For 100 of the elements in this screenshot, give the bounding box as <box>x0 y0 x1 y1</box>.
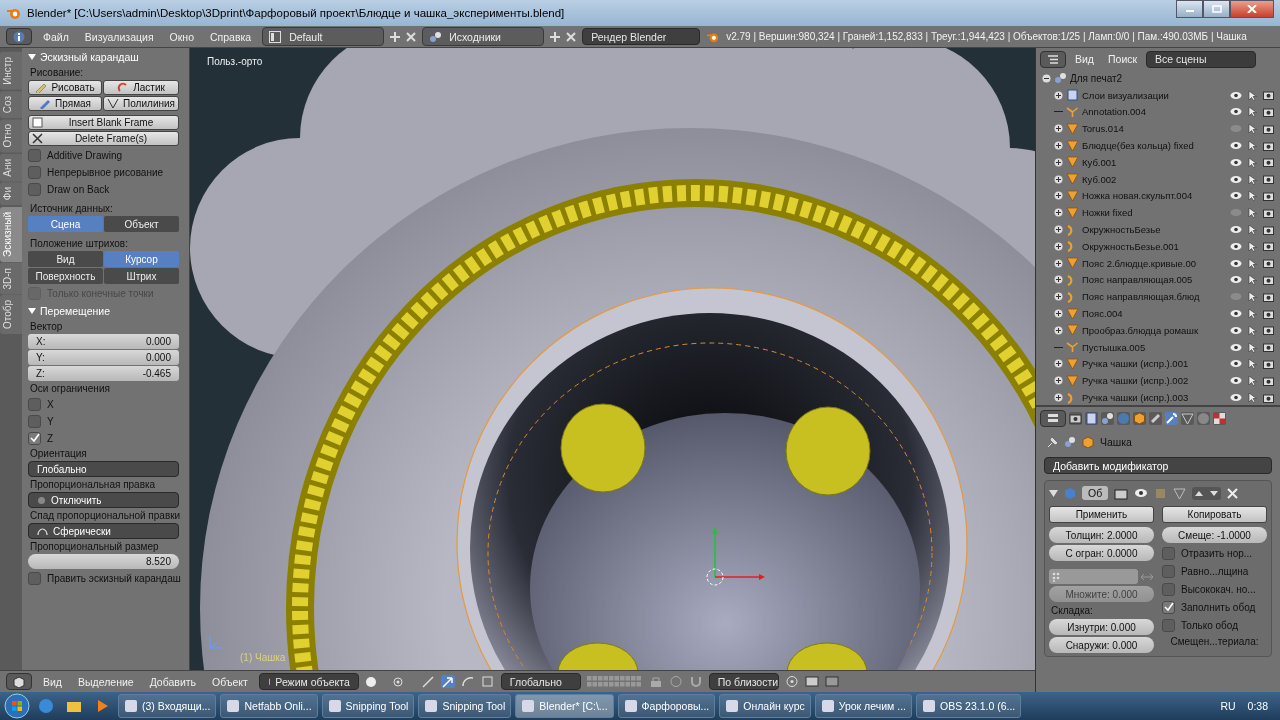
eye-icon[interactable] <box>1230 258 1242 268</box>
menu-item[interactable]: Справка <box>205 30 257 43</box>
cursor-arrow-icon[interactable] <box>1248 123 1257 135</box>
tree-item[interactable]: Блюдце(без кольца) fixed <box>1036 137 1280 154</box>
number-field[interactable]: Y: 0.000 <box>28 350 179 365</box>
eye-icon[interactable] <box>1230 141 1242 151</box>
taskbar-button[interactable]: OBS 23.1.0 (6... <box>915 694 1022 718</box>
rotate-icon[interactable] <box>460 675 475 688</box>
camera-icon[interactable] <box>1263 342 1274 353</box>
close-button[interactable] <box>1230 0 1274 18</box>
checkbox[interactable]: Z <box>28 430 179 446</box>
tool-tab[interactable]: Эскизный <box>0 206 22 262</box>
camera-icon[interactable] <box>1263 107 1274 117</box>
taskbar-button[interactable]: Фарфоровы... <box>617 694 716 718</box>
editor-type-button[interactable] <box>6 673 32 690</box>
toggle-option[interactable]: Сцена <box>28 216 103 232</box>
tree-item[interactable]: Ручка чашки (испр.).002 <box>1036 372 1280 390</box>
eye-icon[interactable] <box>1230 157 1242 167</box>
tool-button[interactable]: Прямая <box>28 96 103 111</box>
layers-icon[interactable] <box>1085 411 1098 425</box>
eye-icon[interactable] <box>1230 107 1242 117</box>
minimize-button[interactable] <box>1176 0 1203 18</box>
film-icon[interactable] <box>824 675 839 688</box>
cursor-arrow-icon[interactable] <box>1248 240 1257 252</box>
tree-item[interactable]: Ножки fixed <box>1036 204 1280 222</box>
menu-item[interactable]: Поиск <box>1103 53 1143 65</box>
camera-icon[interactable] <box>1263 291 1274 302</box>
checkbox[interactable]: Править эскизный карандаш <box>28 570 179 586</box>
cursor-arrow-icon[interactable] <box>1248 140 1257 152</box>
scene-icon[interactable] <box>1101 411 1114 425</box>
start-button[interactable] <box>4 693 30 719</box>
snap-dropdown[interactable]: По близости <box>708 673 779 690</box>
cursor-arrow-icon[interactable] <box>1248 173 1257 185</box>
toggle-option[interactable]: Штрих <box>104 268 179 284</box>
tree-item[interactable]: ОкружностьБезье.001 <box>1036 237 1280 255</box>
tool-button[interactable]: Рисовать <box>28 80 103 95</box>
camera-icon[interactable] <box>1263 140 1274 151</box>
checkbox[interactable]: Равно...лщина <box>1162 563 1267 579</box>
menu-item[interactable]: Окно <box>164 30 199 43</box>
tree-item[interactable]: Torus.014 <box>1036 120 1280 138</box>
collapse-icon[interactable] <box>1049 489 1058 497</box>
taskbar-button[interactable]: Snipping Tool <box>321 694 415 718</box>
tree-item[interactable]: Пояс направляющая.005 <box>1036 271 1280 289</box>
eye-icon[interactable] <box>1230 325 1242 335</box>
eye-icon[interactable] <box>1230 342 1242 352</box>
tree-item[interactable]: Куб.001 <box>1036 154 1280 171</box>
editor-type-button[interactable] <box>1040 409 1066 427</box>
plus-icon[interactable] <box>550 31 561 42</box>
camera-icon[interactable] <box>1263 123 1274 134</box>
filter-dropdown[interactable]: Все сцены <box>1146 50 1257 68</box>
panel-header[interactable]: Эскизный карандаш <box>28 48 179 65</box>
checkbox[interactable]: Отразить нор... <box>1162 545 1267 561</box>
camera-icon[interactable] <box>1114 486 1129 500</box>
cursor-arrow-icon[interactable] <box>1248 274 1257 286</box>
tool-tab[interactable]: Отно <box>0 119 22 153</box>
cursor-arrow-icon[interactable] <box>1248 89 1257 101</box>
panel-header[interactable]: Перемещение <box>28 302 179 319</box>
tool-button[interactable]: Ластик <box>103 80 179 95</box>
render-engine-dropdown[interactable]: Рендер Blender <box>582 28 701 45</box>
taskbar-button[interactable]: Онлайн курс <box>719 694 811 718</box>
taskbar-button[interactable]: (3) Входящи... <box>118 694 217 718</box>
tool-tab[interactable]: Ани <box>0 153 22 182</box>
eye-icon[interactable] <box>1230 393 1242 403</box>
cursor-arrow-icon[interactable] <box>1248 207 1257 219</box>
dropdown[interactable]: Сферически <box>28 523 179 539</box>
cursor-arrow-icon[interactable] <box>1248 375 1257 387</box>
tree-item[interactable]: Прообраз.блюдца ромашк <box>1036 321 1280 339</box>
menu-item[interactable]: Файл <box>38 30 74 43</box>
checkbox[interactable]: Высококач. но... <box>1162 581 1267 597</box>
cursor-arrow-icon[interactable] <box>1248 324 1257 336</box>
number-field[interactable]: Снаружи: 0.000 <box>1049 637 1154 653</box>
number-field[interactable]: Толщин: 2.0000 <box>1049 527 1154 543</box>
menu-item[interactable]: Вид <box>1070 53 1099 65</box>
toggle-option[interactable]: Объект <box>104 216 179 232</box>
cursor-arrow-icon[interactable] <box>1248 190 1257 202</box>
checkbox[interactable]: X <box>28 396 179 412</box>
frame-button[interactable]: Delete Frame(s) <box>28 131 179 146</box>
language-indicator[interactable]: RU <box>1220 700 1236 712</box>
display-mode-button[interactable] <box>1040 50 1066 68</box>
eye-icon[interactable] <box>1230 275 1242 285</box>
checkbox[interactable]: Y <box>28 413 179 429</box>
checker-icon[interactable] <box>1213 411 1226 425</box>
menu-item[interactable]: Объект <box>207 675 253 688</box>
camera-icon[interactable] <box>1263 274 1274 285</box>
tree-item[interactable]: Пояс 2.блюдце.кривые.00 <box>1036 254 1280 272</box>
tree-item[interactable]: Куб.002 <box>1036 170 1280 188</box>
cursor-arrow-icon[interactable] <box>1248 106 1257 118</box>
triangle-icon[interactable] <box>1181 411 1194 425</box>
number-field[interactable]: Изнутри: 0.000 <box>1049 619 1154 635</box>
taskbar-button[interactable]: Урок лечим ... <box>814 694 912 718</box>
cursor-arrow-icon[interactable] <box>1248 392 1257 404</box>
menu-item[interactable]: Выделение <box>73 675 139 688</box>
eye-icon[interactable] <box>1230 174 1242 184</box>
camera-icon[interactable] <box>1263 174 1274 185</box>
wrench-icon[interactable] <box>1165 411 1178 425</box>
eye-icon[interactable] <box>1230 225 1242 235</box>
camera-icon[interactable] <box>1263 207 1274 218</box>
mode-dropdown[interactable]: Режим объекта <box>258 673 359 690</box>
tool-tab[interactable]: Отобр <box>0 295 22 335</box>
checkbox[interactable]: Draw on Back <box>28 181 179 197</box>
